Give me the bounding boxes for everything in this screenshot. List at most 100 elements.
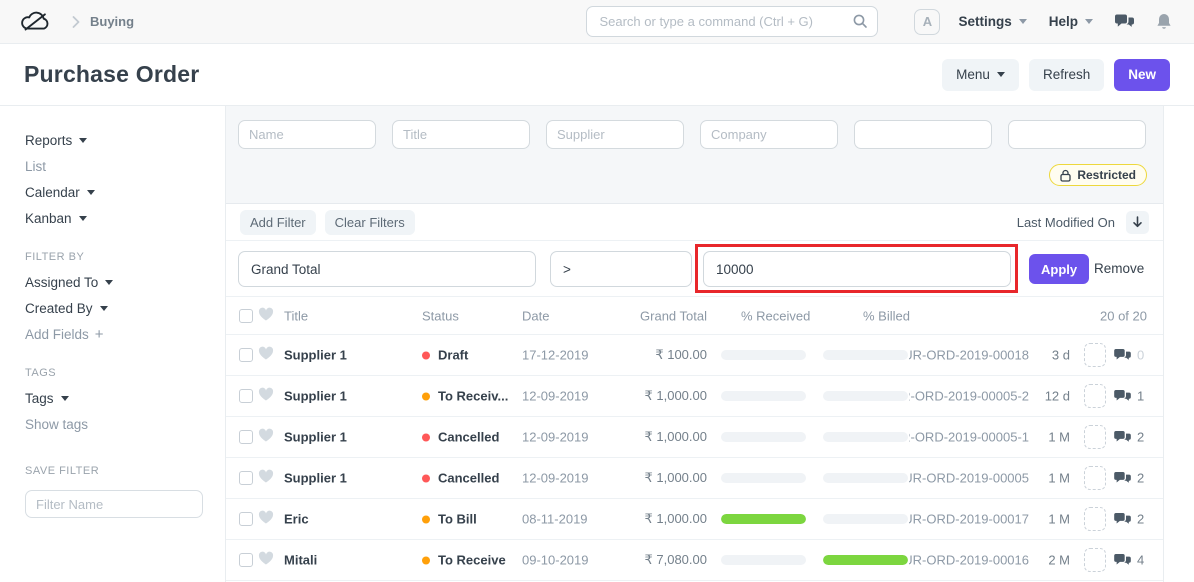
- standard-filter-area: Restricted: [226, 106, 1163, 204]
- quick-filter-title-input[interactable]: [392, 120, 530, 149]
- restricted-badge[interactable]: Restricted: [1049, 164, 1147, 186]
- add-filter-button[interactable]: Add Filter: [240, 210, 316, 235]
- quick-filter-6-input[interactable]: [1008, 120, 1146, 149]
- list-row[interactable]: Supplier 1 Draft 17-12-2019 ₹ 100.00 PUR…: [226, 335, 1163, 376]
- heart-icon[interactable]: [258, 307, 274, 324]
- menu-label: Menu: [956, 67, 990, 82]
- heart-icon[interactable]: [258, 388, 274, 405]
- list-row[interactable]: Supplier 1 Cancelled 12-09-2019 ₹ 1,000.…: [226, 417, 1163, 458]
- list-row[interactable]: Supplier 1 To Receiv... 12-09-2019 ₹ 1,0…: [226, 376, 1163, 417]
- assign-button[interactable]: [1084, 507, 1106, 531]
- row-date: 12-09-2019: [522, 389, 589, 404]
- billed-progress: [823, 514, 908, 524]
- sidebar-item-tags[interactable]: Tags: [25, 390, 225, 407]
- status-label: To Receiv...: [438, 389, 508, 404]
- list-view: Restricted Add Filter Clear Filters Last…: [225, 106, 1164, 582]
- remove-filter-button[interactable]: Remove: [1094, 261, 1144, 276]
- row-title[interactable]: Supplier 1: [284, 389, 347, 404]
- comment-indicator: 2: [1114, 512, 1144, 527]
- list-row[interactable]: Supplier 1 Cancelled 12-09-2019 ₹ 1,000.…: [226, 458, 1163, 499]
- heart-icon[interactable]: [258, 470, 274, 487]
- row-title[interactable]: Supplier 1: [284, 348, 347, 363]
- row-checkbox[interactable]: [239, 512, 253, 526]
- menu-button[interactable]: Menu: [942, 59, 1019, 91]
- row-checkbox[interactable]: [239, 430, 253, 444]
- list-row[interactable]: Eric To Bill 08-11-2019 ₹ 1,000.00 PUR-O…: [226, 499, 1163, 540]
- chevron-down-icon: [79, 216, 87, 221]
- quick-filter-5-input[interactable]: [854, 120, 992, 149]
- status-badge: To Receiv...: [422, 389, 508, 404]
- clear-filters-button[interactable]: Clear Filters: [325, 210, 415, 235]
- new-button[interactable]: New: [1114, 59, 1170, 91]
- assign-button[interactable]: [1084, 384, 1106, 408]
- notifications-bell-icon[interactable]: [1156, 13, 1172, 31]
- row-checkbox[interactable]: [239, 389, 253, 403]
- status-badge: Cancelled: [422, 430, 499, 445]
- received-progress: [721, 514, 806, 524]
- assign-button[interactable]: [1084, 343, 1106, 367]
- select-all-checkbox[interactable]: [239, 309, 253, 323]
- comment-icon: [1114, 512, 1131, 526]
- chevron-down-icon: [997, 72, 1005, 77]
- kanban-label: Kanban: [25, 211, 72, 226]
- breadcrumb[interactable]: Buying: [90, 14, 134, 29]
- sidebar-item-assigned-to[interactable]: Assigned To: [25, 274, 225, 291]
- filter-value-input[interactable]: [703, 251, 1011, 287]
- row-title[interactable]: Supplier 1: [284, 430, 347, 445]
- row-checkbox[interactable]: [239, 348, 253, 362]
- search-input[interactable]: [586, 6, 878, 37]
- row-grand-total: ₹ 1,000.00: [610, 388, 707, 404]
- row-age: 12 d: [1032, 389, 1070, 404]
- refresh-button[interactable]: Refresh: [1029, 59, 1104, 91]
- quick-filter-supplier-input[interactable]: [546, 120, 684, 149]
- row-title[interactable]: Mitali: [284, 553, 317, 568]
- sidebar-item-list[interactable]: List: [25, 158, 225, 175]
- row-checkbox[interactable]: [239, 471, 253, 485]
- page-title: Purchase Order: [24, 61, 199, 88]
- status-dot: [422, 474, 430, 482]
- filter-operator-input[interactable]: [550, 251, 692, 287]
- sidebar-item-calendar[interactable]: Calendar: [25, 184, 225, 201]
- column-header-date: Date: [522, 308, 549, 323]
- chevron-down-icon: [105, 280, 113, 285]
- restricted-row: Restricted: [238, 164, 1147, 186]
- sidebar-item-created-by[interactable]: Created By: [25, 300, 225, 317]
- avatar[interactable]: A: [914, 9, 940, 35]
- assign-button[interactable]: [1084, 466, 1106, 490]
- app-logo-icon[interactable]: [18, 9, 52, 34]
- comment-icon: [1114, 348, 1131, 362]
- heart-icon[interactable]: [258, 347, 274, 364]
- sort-direction-button[interactable]: [1126, 211, 1149, 234]
- heart-icon[interactable]: [258, 511, 274, 528]
- status-badge: Cancelled: [422, 471, 499, 486]
- plus-icon: +: [95, 326, 104, 343]
- sidebar-item-show-tags[interactable]: Show tags: [25, 416, 225, 433]
- status-label: Cancelled: [438, 430, 499, 445]
- row-checkbox[interactable]: [239, 553, 253, 567]
- list-row[interactable]: Mitali To Receive 09-10-2019 ₹ 7,080.00 …: [226, 540, 1163, 581]
- row-date: 09-10-2019: [522, 553, 589, 568]
- row-title[interactable]: Eric: [284, 512, 309, 527]
- heart-icon[interactable]: [258, 552, 274, 569]
- chat-icon[interactable]: [1115, 14, 1134, 30]
- search-icon: [852, 13, 868, 32]
- filter-name-input[interactable]: [25, 490, 203, 518]
- quick-filter-company-input[interactable]: [700, 120, 838, 149]
- help-dropdown[interactable]: Help: [1049, 14, 1093, 29]
- sort-by-label[interactable]: Last Modified On: [1017, 215, 1115, 230]
- quick-filter-name-input[interactable]: [238, 120, 376, 149]
- row-title[interactable]: Supplier 1: [284, 471, 347, 486]
- sidebar-item-reports[interactable]: Reports: [25, 132, 225, 149]
- row-id: PUR-ORD-2019-00016: [909, 552, 1029, 569]
- heart-icon[interactable]: [258, 429, 274, 446]
- filter-fieldname-input[interactable]: [238, 251, 536, 287]
- assign-button[interactable]: [1084, 548, 1106, 572]
- assign-button[interactable]: [1084, 425, 1106, 449]
- page-actions: Menu Refresh New: [942, 59, 1170, 91]
- sidebar-item-add-fields[interactable]: Add Fields +: [25, 326, 225, 343]
- apply-button[interactable]: Apply: [1029, 254, 1089, 284]
- row-id: PUR-ORD-2019-00005: [909, 470, 1029, 487]
- settings-dropdown[interactable]: Settings: [958, 14, 1026, 29]
- billed-progress: [823, 391, 908, 401]
- sidebar-item-kanban[interactable]: Kanban: [25, 210, 225, 227]
